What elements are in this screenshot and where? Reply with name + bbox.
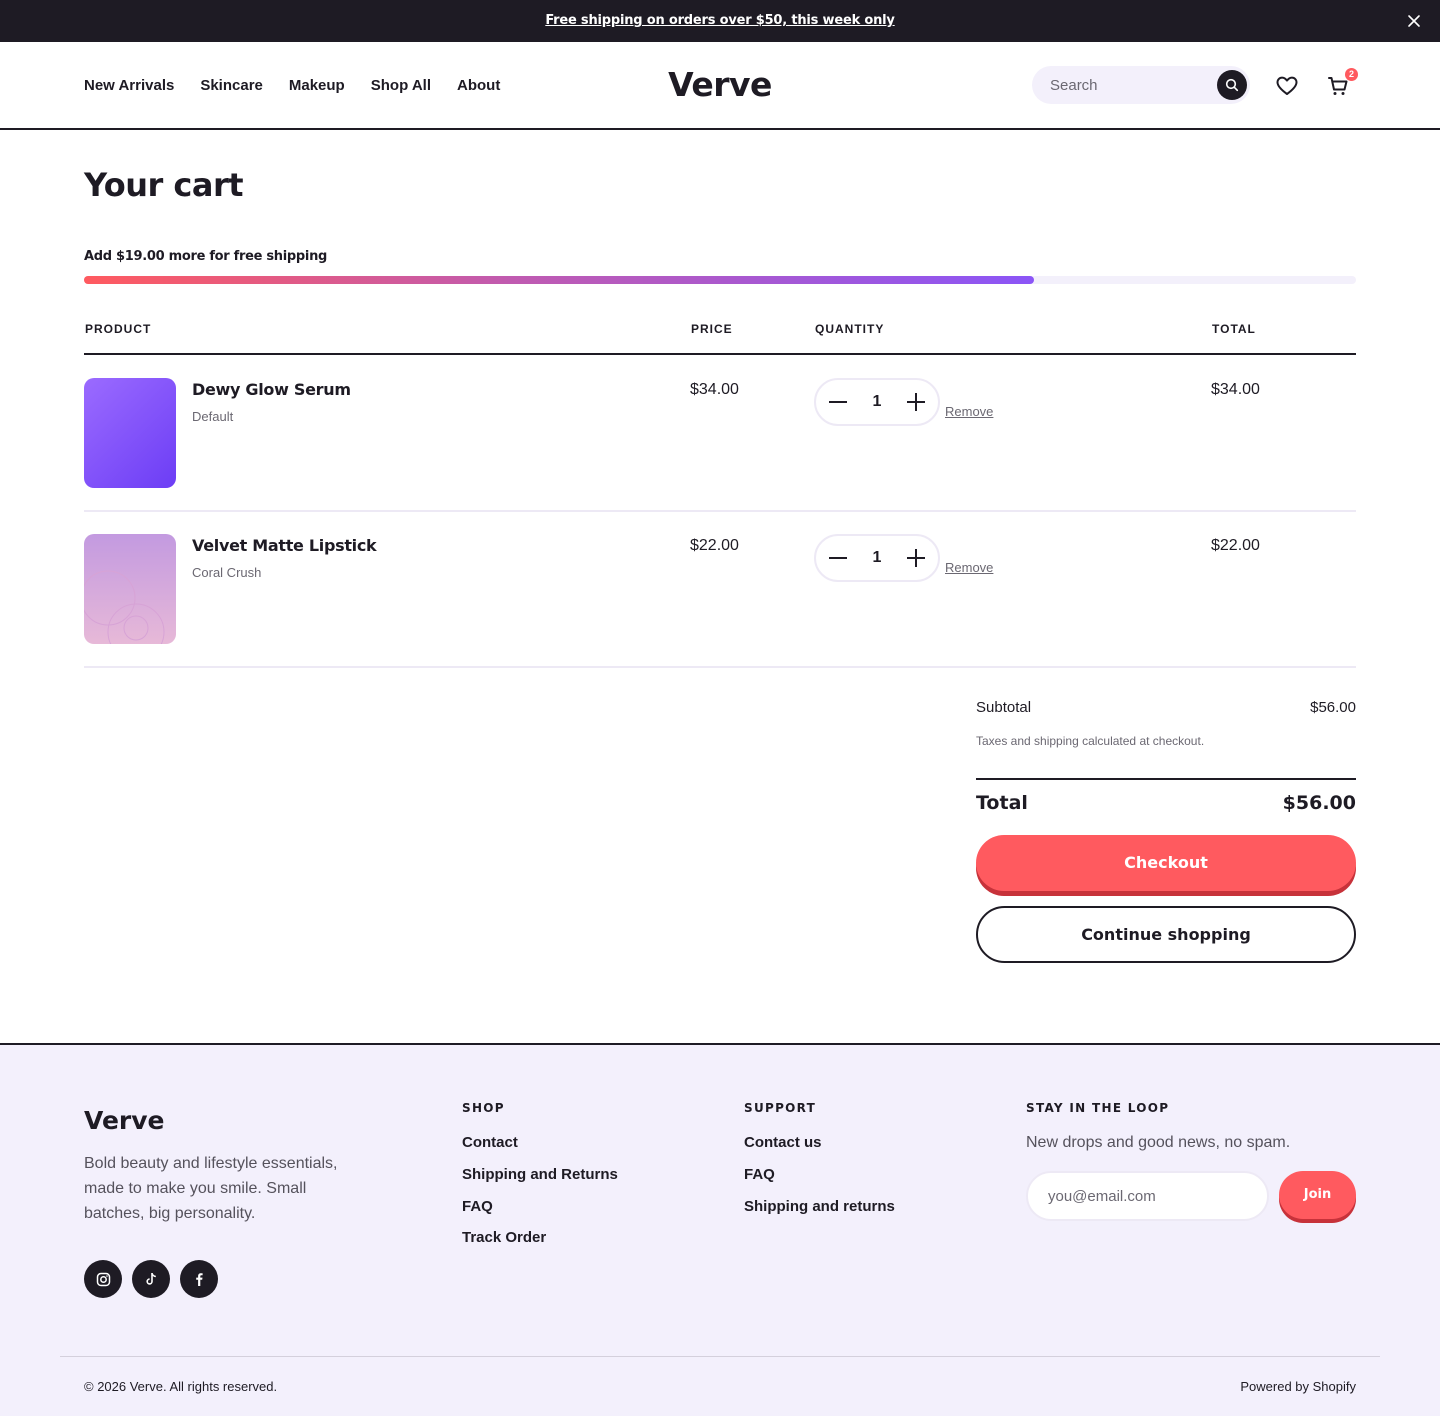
product-price: $34.00	[690, 381, 739, 398]
product-image-pattern	[84, 570, 165, 644]
search-box	[1032, 66, 1250, 104]
facebook-link[interactable]	[180, 1260, 218, 1298]
search-button[interactable]	[1217, 70, 1247, 100]
total-label: Total	[976, 792, 1028, 814]
main-nav: New Arrivals Skincare Makeup Shop All Ab…	[84, 42, 500, 128]
plus-icon	[907, 393, 925, 411]
site-header: New Arrivals Skincare Makeup Shop All Ab…	[0, 42, 1440, 130]
site-logo[interactable]: Verve	[620, 42, 820, 128]
quantity-input[interactable]	[858, 380, 896, 424]
remove-link[interactable]: Remove	[945, 560, 993, 575]
newsletter-tagline: New drops and good news, no spam.	[1026, 1134, 1291, 1151]
heart-icon	[1276, 76, 1298, 95]
footer-link-shipping-returns[interactable]: Shipping and Returns	[462, 1166, 618, 1183]
footer-shop-heading: SHOP	[462, 1101, 505, 1115]
quantity-input[interactable]	[858, 536, 896, 580]
newsletter-email-field[interactable]	[1026, 1171, 1269, 1221]
free-shipping-progress	[84, 276, 1356, 284]
nav-about[interactable]: About	[457, 77, 500, 94]
newsletter-join-button[interactable]: Join	[1279, 1171, 1356, 1219]
site-footer: Verve Bold beauty and lifestyle essentia…	[0, 1043, 1440, 1416]
footer-link-support-shipping[interactable]: Shipping and returns	[744, 1198, 895, 1215]
product-name[interactable]: Velvet Matte Lipstick	[192, 536, 377, 555]
nav-shop-all[interactable]: Shop All	[371, 77, 431, 94]
search-icon	[1225, 78, 1239, 92]
wishlist-button[interactable]	[1275, 74, 1299, 98]
remove-link[interactable]: Remove	[945, 404, 993, 419]
checkout-button[interactable]: Checkout	[976, 835, 1356, 891]
decrease-quantity-button[interactable]	[818, 536, 858, 580]
product-price: $22.00	[690, 537, 739, 554]
nav-makeup[interactable]: Makeup	[289, 77, 345, 94]
column-header-total: TOTAL	[1212, 322, 1256, 336]
line-total: $34.00	[1211, 381, 1260, 398]
quantity-stepper	[814, 378, 940, 426]
instagram-link[interactable]	[84, 1260, 122, 1298]
footer-description: Bold beauty and lifestyle essentials, ma…	[84, 1155, 338, 1222]
column-header-product: PRODUCT	[85, 322, 152, 336]
product-name[interactable]: Dewy Glow Serum	[192, 380, 351, 399]
tiktok-icon	[145, 1273, 156, 1285]
subtotal-label: Subtotal	[976, 699, 1032, 716]
continue-shopping-button[interactable]: Continue shopping	[976, 906, 1356, 963]
page-title: Your cart	[84, 166, 244, 204]
summary-divider	[976, 778, 1356, 780]
minus-icon	[829, 557, 847, 559]
column-header-quantity: QUANTITY	[815, 322, 885, 336]
minus-icon	[829, 401, 847, 403]
cart-count-badge: 2	[1345, 68, 1358, 81]
line-total: $22.00	[1211, 537, 1260, 554]
product-image[interactable]	[84, 378, 176, 488]
nav-new-arrivals[interactable]: New Arrivals	[84, 77, 174, 94]
copyright: © 2026 Verve. All rights reserved.	[84, 1379, 278, 1394]
footer-link-contact-us[interactable]: Contact us	[744, 1134, 822, 1151]
increase-quantity-button[interactable]	[896, 380, 936, 424]
product-variant: Default	[192, 409, 234, 424]
product-variant: Coral Crush	[192, 565, 262, 580]
footer-divider	[60, 1356, 1380, 1357]
announcement-bar: Free shipping on orders over $50, this w…	[0, 0, 1440, 42]
footer-support-heading: SUPPORT	[744, 1101, 817, 1115]
tiktok-link[interactable]	[132, 1260, 170, 1298]
instagram-icon	[96, 1272, 110, 1286]
free-shipping-message: Add $19.00 more for free shipping	[84, 249, 328, 264]
announcement-text[interactable]: Free shipping on orders over $50, this w…	[0, 0, 1440, 42]
decrease-quantity-button[interactable]	[818, 380, 858, 424]
footer-link-faq[interactable]: FAQ	[462, 1198, 493, 1215]
subtotal-value: $56.00	[1310, 699, 1356, 716]
footer-newsletter-heading: STAY IN THE LOOP	[1026, 1101, 1170, 1115]
tax-note: Taxes and shipping calculated at checkou…	[976, 734, 1205, 748]
footer-link-track-order[interactable]: Track Order	[462, 1229, 546, 1246]
facebook-icon	[196, 1273, 203, 1286]
nav-skincare[interactable]: Skincare	[200, 77, 263, 94]
footer-link-contact[interactable]: Contact	[462, 1134, 518, 1151]
table-header-divider	[84, 353, 1356, 355]
close-icon[interactable]	[1404, 11, 1424, 31]
row-divider	[84, 510, 1356, 512]
powered-by-link[interactable]: Powered by Shopify	[1240, 1379, 1356, 1394]
footer-link-support-faq[interactable]: FAQ	[744, 1166, 775, 1183]
row-divider	[84, 666, 1356, 668]
free-shipping-progress-fill	[84, 276, 1035, 284]
quantity-stepper	[814, 534, 940, 582]
column-header-price: PRICE	[691, 322, 733, 336]
search-input[interactable]	[1032, 66, 1212, 104]
product-image[interactable]	[84, 534, 176, 644]
plus-icon	[907, 549, 925, 567]
total-value: $56.00	[1282, 792, 1356, 814]
increase-quantity-button[interactable]	[896, 536, 936, 580]
footer-logo[interactable]: Verve	[84, 1106, 165, 1135]
